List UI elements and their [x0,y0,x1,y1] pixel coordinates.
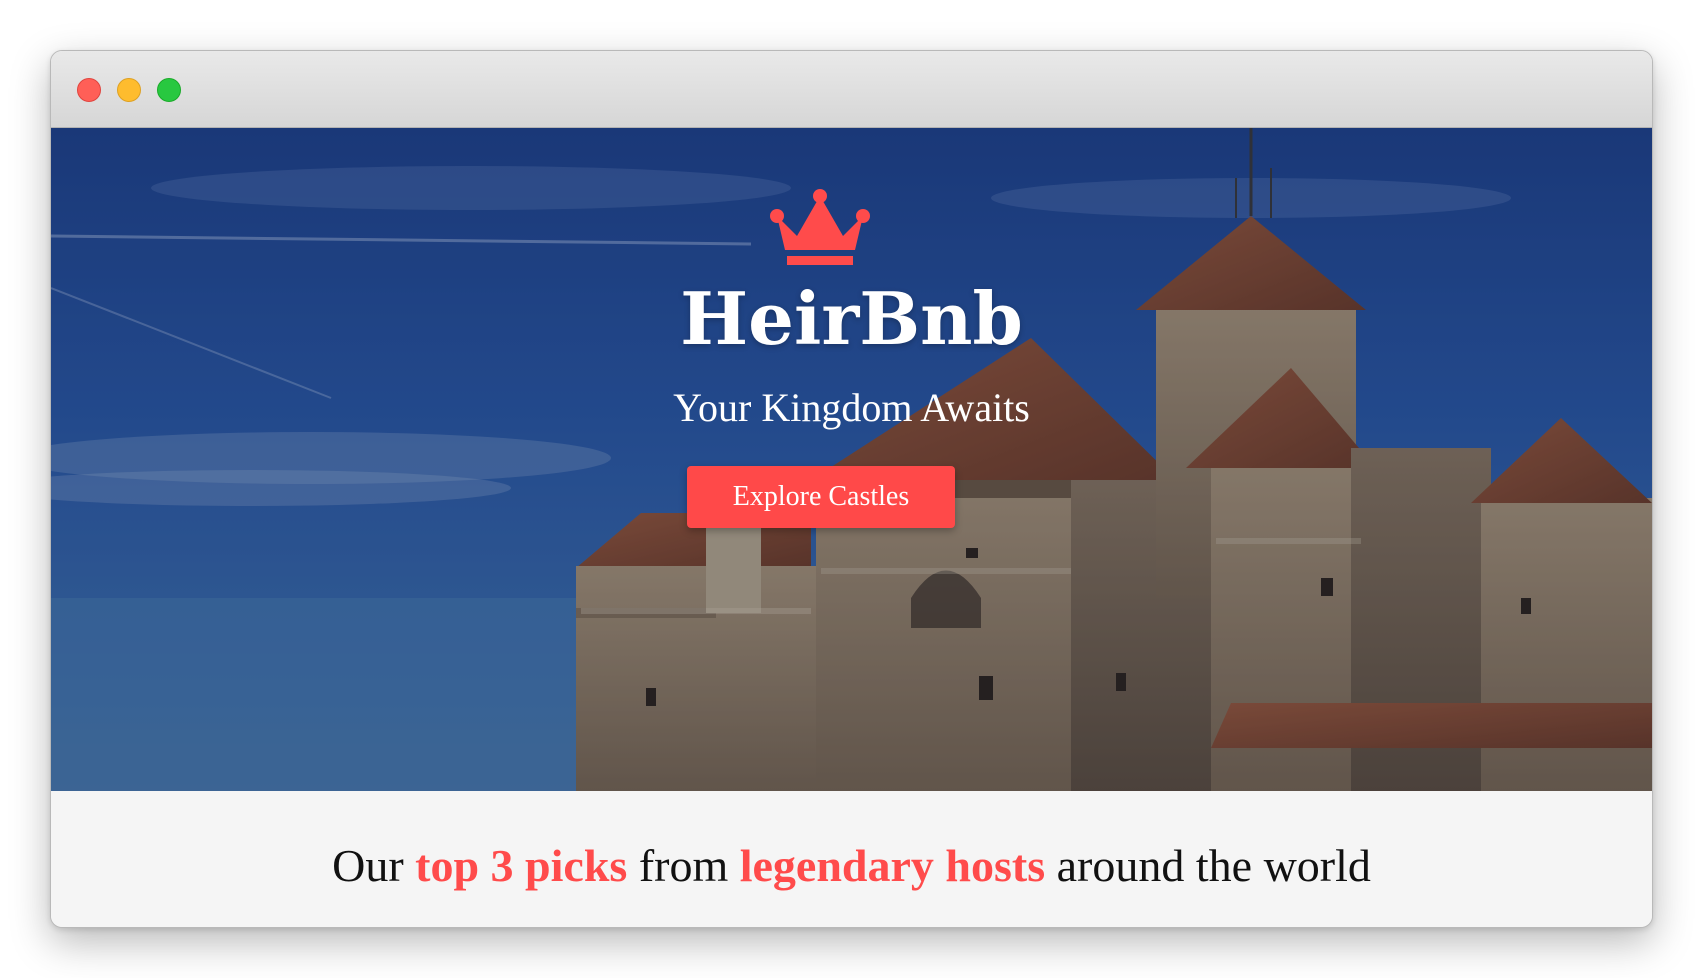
hero-section: HeirBnb Your Kingdom Awaits Explore Cast… [51,128,1652,791]
window-titlebar [51,51,1652,128]
picks-section: Our top 3 picks from legendary hosts aro… [51,791,1652,927]
headline-part-2: from [627,840,740,891]
headline-part-1: Our [332,840,416,891]
desktop: HeirBnb Your Kingdom Awaits Explore Cast… [0,0,1702,978]
brand-name: HeirBnb [680,276,1023,361]
headline-part-3: around the world [1045,840,1371,891]
headline-highlight-hosts: legendary hosts [739,840,1046,891]
explore-castles-button[interactable]: Explore Castles [687,466,955,528]
tagline: Your Kingdom Awaits [673,385,1030,430]
maximize-window-button[interactable] [157,78,181,102]
browser-window: HeirBnb Your Kingdom Awaits Explore Cast… [50,50,1653,928]
minimize-window-button[interactable] [117,78,141,102]
picks-headline: Our top 3 picks from legendary hosts aro… [51,839,1652,892]
headline-highlight-top-picks: top 3 picks [415,840,628,891]
close-window-button[interactable] [77,78,101,102]
crown-icon [770,189,870,265]
